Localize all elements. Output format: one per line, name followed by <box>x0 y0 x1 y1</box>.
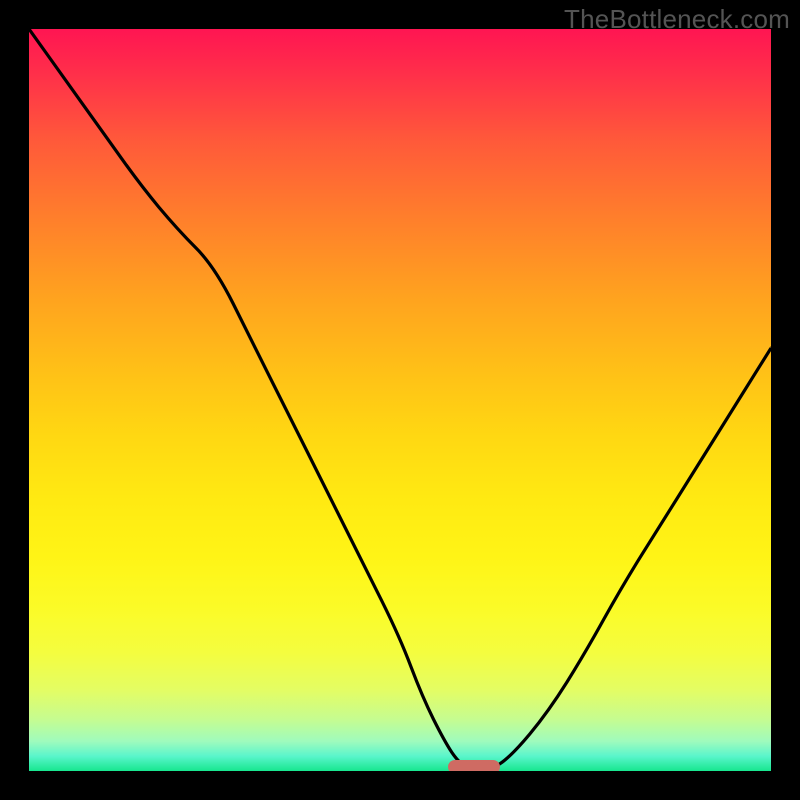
plot-area <box>29 29 771 771</box>
chart-frame: TheBottleneck.com <box>0 0 800 800</box>
watermark-text: TheBottleneck.com <box>564 4 790 35</box>
optimal-marker <box>448 760 500 771</box>
bottleneck-curve <box>29 29 771 771</box>
